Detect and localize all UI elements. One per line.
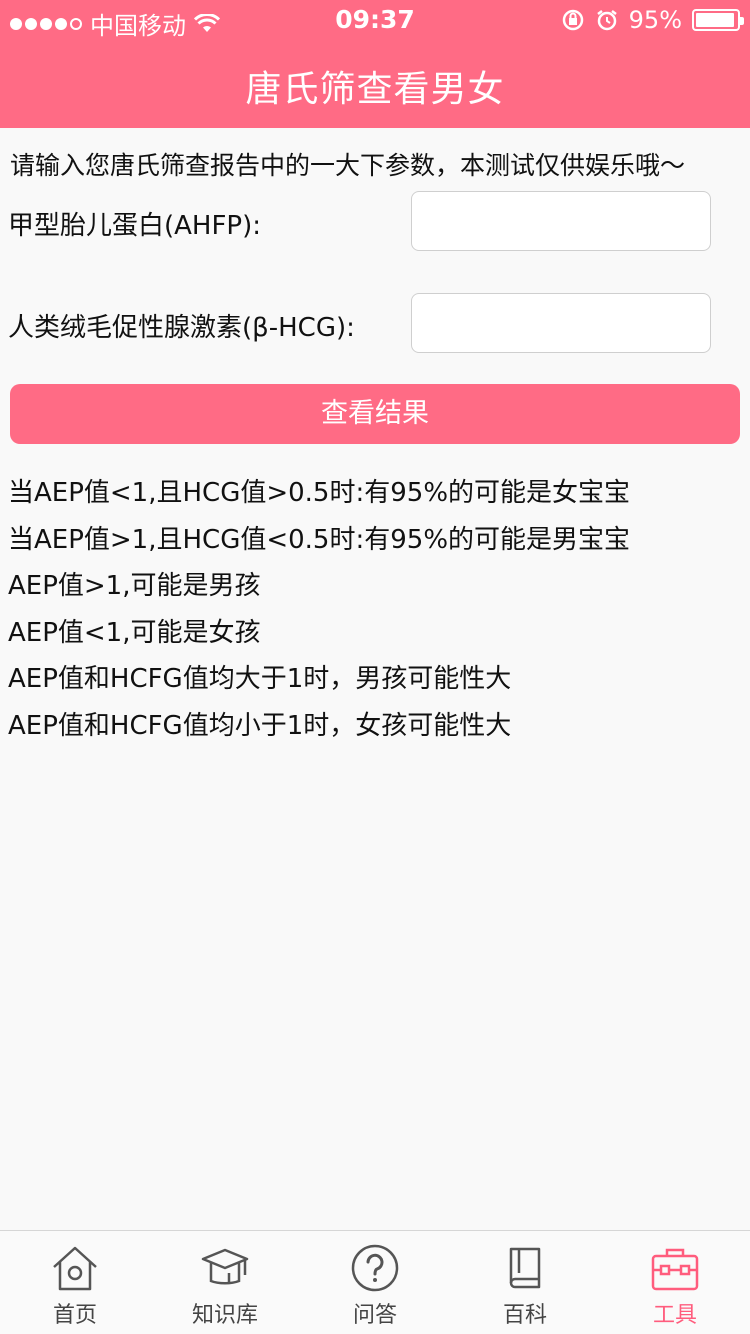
battery-icon [692, 9, 744, 31]
tab-tools[interactable]: 工具 [600, 1231, 750, 1334]
view-result-button[interactable]: 查看结果 [10, 384, 740, 444]
app-header: 中国移动 09:37 95% 唐氏筛查看男女 [0, 0, 750, 128]
tab-home[interactable]: 首页 [0, 1231, 150, 1334]
question-icon [351, 1244, 399, 1292]
rule-item: AEP值<1,可能是女孩 [8, 617, 261, 648]
rules-list: 当AEP值<1,且HCG值>0.5时:有95%的可能是女宝宝 当AEP值>1,且… [8, 476, 748, 755]
status-right: 95% [561, 6, 744, 34]
intro-text: 请输入您唐氏筛查报告中的一大下参数，本测试仅供娱乐哦～ [10, 151, 686, 180]
home-icon [53, 1246, 97, 1291]
tab-label: 首页 [52, 1303, 97, 1328]
tab-encyclopedia[interactable]: 百科 [450, 1231, 600, 1334]
tab-label: 百科 [502, 1303, 547, 1328]
hcg-label: 人类绒毛促性腺激素(β-HCG): [8, 313, 355, 343]
tab-qa[interactable]: 问答 [300, 1231, 450, 1334]
hcg-input[interactable] [411, 293, 711, 353]
graduation-cap-icon [201, 1248, 249, 1285]
toolbox-icon [651, 1248, 699, 1291]
afp-input[interactable] [411, 191, 711, 251]
alarm-icon [596, 10, 617, 31]
tab-label: 知识库 [191, 1303, 258, 1328]
rule-item: AEP值>1,可能是男孩 [8, 571, 261, 601]
battery-fill [696, 13, 734, 27]
afp-label: 甲型胎儿蛋白(AHFP): [8, 211, 262, 241]
rule-item: 当AEP值>1,且HCG值<0.5时:有95%的可能是男宝宝 [8, 524, 631, 555]
rule-item: AEP值和HCFG值均小于1时，女孩可能性大 [8, 710, 512, 741]
rule-item: 当AEP值<1,且HCG值>0.5时:有95%的可能是女宝宝 [8, 478, 631, 508]
rotation-lock-icon [562, 9, 583, 31]
rule-item: AEP值和HCFG值均大于1时，男孩可能性大 [8, 664, 512, 694]
status-bar: 中国移动 09:37 95% [0, 0, 750, 40]
tab-bar: 首页 知识库 问答 百科 工具 [0, 1230, 750, 1334]
tab-label: 问答 [352, 1303, 397, 1328]
afp-row: 甲型胎儿蛋白(AHFP): [8, 191, 742, 251]
tab-knowledge[interactable]: 知识库 [150, 1231, 300, 1334]
page-title: 唐氏筛查看男女 [245, 69, 505, 110]
book-icon [509, 1247, 541, 1289]
hcg-row: 人类绒毛促性腺激素(β-HCG): [8, 293, 742, 353]
tab-label: 工具 [652, 1303, 697, 1328]
battery-percent: 95% [628, 6, 682, 34]
